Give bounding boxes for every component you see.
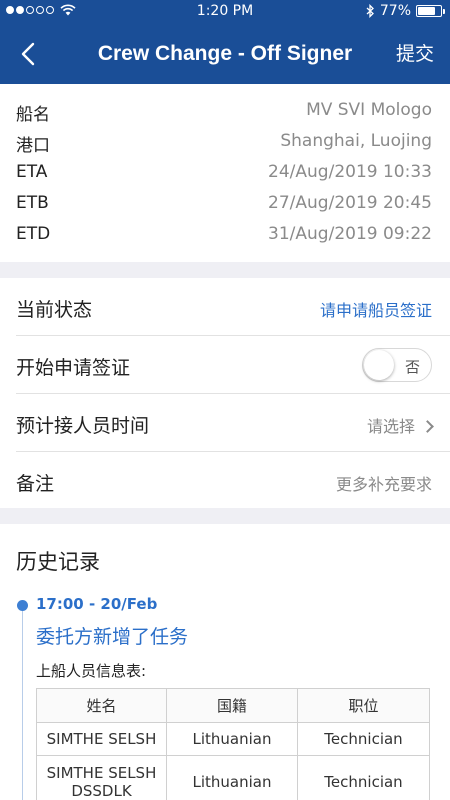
column-header-name: 姓名 <box>36 688 167 723</box>
chevron-right-icon <box>421 420 434 433</box>
back-button[interactable] <box>10 36 46 72</box>
table-header-row: 姓名 国籍 职位 <box>36 688 430 723</box>
info-row-vessel: 船名 MV SVI Mologo <box>16 96 432 127</box>
visa-application-row: 开始申请签证 否 <box>16 336 450 394</box>
event-title: 委托方新增了任务 <box>36 626 189 648</box>
crew-table: 姓名 国籍 职位 SIMTHE SELSH Lithuanian Technic… <box>36 688 430 800</box>
info-row-etd: ETD 31/Aug/2019 09:22 <box>16 220 432 251</box>
event-subtitle: 上船人员信息表: <box>36 662 147 680</box>
column-header-position: 职位 <box>297 688 430 723</box>
pickup-time-picker[interactable]: 请选择 <box>366 413 434 437</box>
info-value: Shanghai, Luojing <box>280 131 432 151</box>
table-cell-nationality: Lithuanian <box>166 755 298 800</box>
column-header-nationality: 国籍 <box>166 688 298 723</box>
chevron-left-icon <box>21 42 35 66</box>
battery-percent: 77% <box>379 3 411 19</box>
event-time: 17:00 - 20/Feb <box>36 595 158 613</box>
visa-application-label: 开始申请签证 <box>16 357 131 379</box>
info-value: 24/Aug/2019 10:33 <box>268 162 432 182</box>
info-row-eta: ETA 24/Aug/2019 10:33 <box>16 158 432 189</box>
info-label: ETD <box>16 224 51 244</box>
table-row: SIMTHE SELSH Lithuanian Technician <box>36 722 430 756</box>
pickup-time-row[interactable]: 预计接人员时间 请选择 <box>16 394 450 452</box>
remark-input[interactable]: 更多补充要求 <box>336 471 432 495</box>
vessel-info-section: 船名 MV SVI Mologo 港口 Shanghai, Luojing ET… <box>0 84 450 262</box>
page-title: Crew Change - Off Signer <box>97 42 353 65</box>
battery-area: 77% <box>366 3 445 19</box>
table-cell-position: Technician <box>297 722 430 756</box>
toggle-knob <box>364 350 394 380</box>
pickup-time-label: 预计接人员时间 <box>16 415 150 437</box>
info-row-port: 港口 Shanghai, Luojing <box>16 127 432 158</box>
visa-toggle[interactable]: 否 <box>362 348 432 382</box>
remark-label: 备注 <box>16 473 55 495</box>
toggle-state-text: 否 <box>404 358 420 376</box>
info-row-etb: ETB 27/Aug/2019 20:45 <box>16 189 432 220</box>
info-value: 27/Aug/2019 20:45 <box>268 193 432 213</box>
table-cell-nationality: Lithuanian <box>166 722 298 756</box>
status-bar: 1:20 PM 77% <box>0 0 450 24</box>
table-cell-position: Technician <box>297 755 430 800</box>
bluetooth-icon <box>366 4 374 18</box>
info-label: ETA <box>16 162 48 182</box>
current-status-value[interactable]: 请申请船员签证 <box>320 297 432 321</box>
current-status-label: 当前状态 <box>16 299 93 321</box>
submit-button[interactable]: 提交 <box>396 24 434 84</box>
info-value: 31/Aug/2019 09:22 <box>268 224 432 244</box>
info-value: MV SVI Mologo <box>306 100 432 120</box>
pickup-time-placeholder: 请选择 <box>366 417 415 436</box>
timeline-line <box>22 608 23 800</box>
current-status-row[interactable]: 当前状态 请申请船员签证 <box>16 278 450 336</box>
info-label: 港口 <box>16 136 50 156</box>
table-cell-name: SIMTHE SELSH <box>36 722 167 756</box>
history-section: 历史记录 17:00 - 20/Feb 委托方新增了任务 上船人员信息表: 姓名… <box>0 524 450 800</box>
status-form-section: 当前状态 请申请船员签证 开始申请签证 否 预计接人员时间 请选择 备注 更多补… <box>0 278 450 508</box>
table-cell-name: SIMTHE SELSH DSSDLK <box>36 755 167 800</box>
info-label: 船名 <box>16 105 50 125</box>
table-row: SIMTHE SELSH DSSDLK Lithuanian Technicia… <box>36 755 430 800</box>
timeline-dot-icon <box>17 600 28 611</box>
history-title: 历史记录 <box>16 550 100 574</box>
navigation-bar: Crew Change - Off Signer 提交 <box>0 24 450 84</box>
battery-icon <box>416 5 445 17</box>
remark-row[interactable]: 备注 更多补充要求 <box>16 452 450 510</box>
info-label: ETB <box>16 193 49 213</box>
